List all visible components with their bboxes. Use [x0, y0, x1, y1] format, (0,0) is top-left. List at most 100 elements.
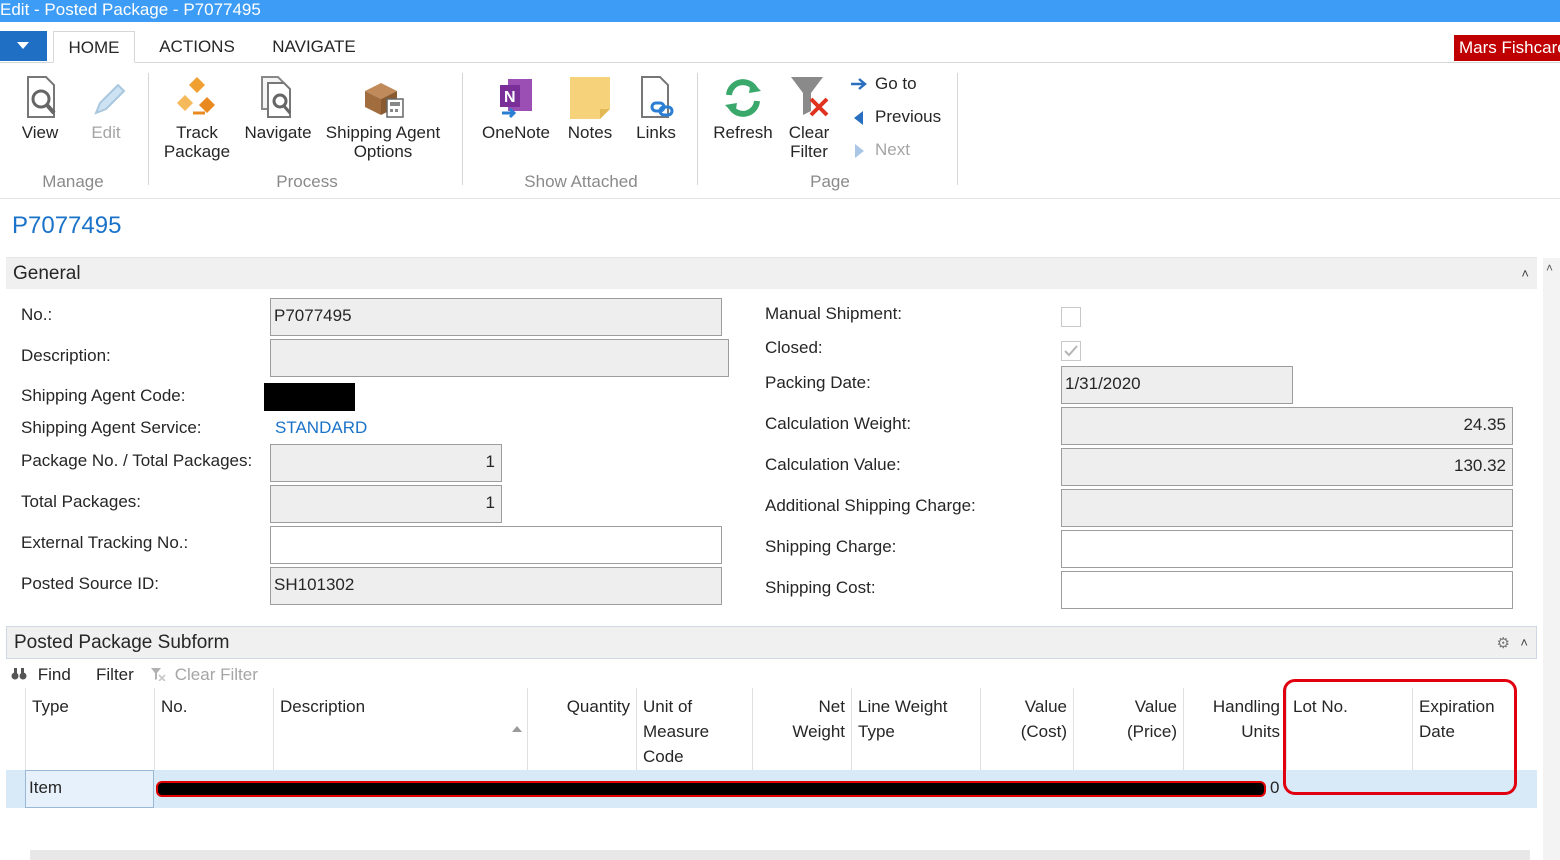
column-header-text: Unit of: [643, 697, 693, 716]
manual-shipment-label: Manual Shipment:: [765, 304, 903, 323]
notes-icon: [570, 77, 610, 119]
calculation-value-field[interactable]: 130.32: [1061, 448, 1513, 486]
svg-text:N: N: [504, 89, 516, 106]
closed-checkbox[interactable]: [1061, 341, 1081, 361]
column-header-text: Line Weight: [858, 697, 948, 716]
column-header-text: Quantity: [566, 697, 630, 716]
column-header-no[interactable]: No.: [154, 688, 273, 770]
scroll-up-icon[interactable]: ˄: [1546, 261, 1553, 275]
checkmark-icon: [1064, 345, 1078, 357]
column-header-net-weight[interactable]: Net Weight: [752, 688, 851, 770]
previous-button[interactable]: Previous: [851, 106, 951, 128]
subform-section-header[interactable]: Posted Package Subform ⚙ ˄: [6, 626, 1537, 659]
column-header-text: (Price): [1126, 722, 1177, 741]
calculation-weight-field[interactable]: 24.35: [1061, 407, 1513, 445]
chevron-up-icon[interactable]: ˄: [1521, 258, 1529, 290]
go-to-button[interactable]: Go to: [851, 73, 941, 95]
shipping-charge-field[interactable]: [1061, 530, 1513, 568]
clear-filter-button[interactable]: Clear Filter: [782, 73, 836, 161]
sort-ascending-icon: [512, 726, 522, 732]
column-header-type[interactable]: Type: [25, 688, 154, 770]
show-attached-group-label: Show Attached: [524, 172, 638, 191]
row-selector[interactable]: [6, 770, 25, 808]
column-header-text: No.: [161, 697, 188, 716]
row-trailing-value: 0: [1270, 778, 1280, 797]
shipping-agent-options-button[interactable]: Shipping Agent Options: [320, 73, 446, 161]
links-icon: [641, 76, 674, 118]
column-header-handling-units[interactable]: Handling Units: [1183, 688, 1286, 770]
filter-button[interactable]: Filter: [96, 664, 134, 686]
total-packages-field[interactable]: 1: [270, 485, 502, 523]
shipping-options-icon: [365, 83, 404, 118]
clear-filter-icon: [791, 77, 829, 117]
external-tracking-label: External Tracking No.:: [21, 533, 189, 552]
additional-shipping-charge-field[interactable]: [1061, 489, 1513, 527]
navigate-button[interactable]: Navigate: [240, 73, 316, 142]
triangle-down-icon: [17, 42, 29, 49]
page-title: P7077495: [12, 212, 122, 239]
ribbon: View Edit Manage Track Package Navigate: [0, 63, 1560, 199]
manual-shipment-checkbox[interactable]: [1061, 307, 1081, 327]
page-group-label: Page: [810, 172, 850, 191]
tab-home[interactable]: HOME: [53, 31, 135, 63]
refresh-button[interactable]: Refresh: [710, 73, 776, 142]
shipping-cost-field[interactable]: [1061, 571, 1513, 609]
column-header-text: Handling: [1212, 697, 1280, 716]
column-header-quantity[interactable]: Quantity: [527, 688, 636, 770]
shipping-options-label-1: Shipping Agent: [325, 123, 441, 142]
column-header-value-price[interactable]: Value (Price): [1073, 688, 1183, 770]
shipping-agent-code-label: Shipping Agent Code:: [21, 386, 186, 405]
packing-date-field[interactable]: 1/31/2020: [1061, 366, 1293, 404]
redacted-block: [264, 383, 355, 411]
window-title: Edit - Posted Package - P7077495: [0, 0, 261, 19]
column-header-unit-of-measure[interactable]: Unit of Measure Code: [636, 688, 752, 770]
previous-label: Previous: [875, 107, 942, 126]
group-separator: [957, 73, 958, 185]
links-button[interactable]: Links: [630, 73, 682, 142]
gear-icon[interactable]: ⚙: [1497, 628, 1510, 659]
next-label: Next: [875, 140, 910, 159]
find-button[interactable]: Find: [11, 664, 71, 686]
tab-navigate[interactable]: NAVIGATE: [262, 31, 366, 63]
links-label: Links: [636, 123, 676, 142]
clear-filter-icon: [151, 668, 166, 682]
package-no-field[interactable]: 1: [270, 444, 502, 482]
shipping-agent-service-link[interactable]: STANDARD: [275, 418, 367, 438]
column-header-description[interactable]: Description: [273, 688, 527, 770]
clear-filter-subform-button[interactable]: Clear Filter: [150, 664, 258, 686]
calculation-weight-label: Calculation Weight:: [765, 414, 912, 433]
triangle-right-icon: [855, 144, 864, 158]
type-cell[interactable]: Item: [25, 770, 154, 808]
track-package-button[interactable]: Track Package: [160, 73, 234, 161]
vertical-scrollbar[interactable]: ˄: [1543, 258, 1560, 860]
notes-button[interactable]: Notes: [562, 73, 618, 142]
calculation-value-label: Calculation Value:: [765, 455, 901, 474]
view-icon: [27, 76, 56, 118]
refresh-icon: [725, 79, 761, 117]
no-field[interactable]: P7077495: [270, 298, 722, 336]
user-badge[interactable]: Mars Fishcare: [1454, 35, 1560, 61]
onenote-button[interactable]: N OneNote: [476, 73, 556, 142]
column-header-text: Value: [1134, 697, 1177, 716]
process-group-label: Process: [276, 172, 338, 191]
arrow-right-icon: [851, 78, 867, 90]
chevron-up-icon[interactable]: ˄: [1520, 627, 1528, 658]
general-section-header[interactable]: General ˄: [6, 257, 1537, 289]
go-to-label: Go to: [875, 74, 917, 93]
tab-actions[interactable]: ACTIONS: [152, 31, 242, 63]
notes-label: Notes: [567, 123, 613, 142]
next-button[interactable]: Next: [851, 139, 931, 161]
horizontal-scrollbar[interactable]: [30, 850, 1530, 860]
redacted-row-data: [156, 781, 1266, 797]
clear-filter-label-1: Clear: [788, 123, 830, 142]
column-header-value-cost[interactable]: Value (Cost): [980, 688, 1073, 770]
description-field[interactable]: [270, 339, 729, 377]
column-header-text: Measure: [643, 722, 710, 741]
edit-button[interactable]: Edit: [82, 73, 130, 142]
package-no-label: Package No. / Total Packages:: [21, 451, 253, 470]
column-header-line-weight-type[interactable]: Line Weight Type: [851, 688, 980, 770]
app-menu-button[interactable]: [0, 31, 47, 61]
external-tracking-field[interactable]: [270, 526, 722, 564]
posted-source-id-field[interactable]: SH101302: [270, 567, 722, 605]
view-button[interactable]: View: [12, 73, 68, 142]
